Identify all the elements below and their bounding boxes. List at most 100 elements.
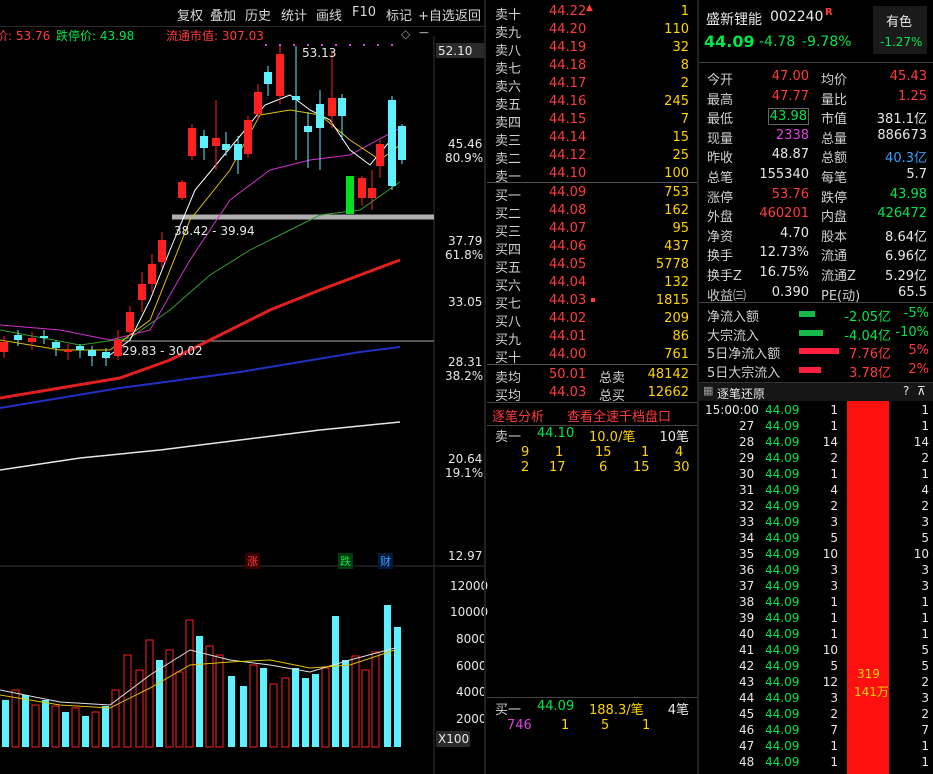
tick-price: 44.09	[765, 467, 800, 481]
orderbook-row[interactable]: 买十 44.00 761	[487, 346, 697, 366]
tick-price: 44.09	[765, 659, 800, 673]
tick-row: 15:00:00 44.09 1 1	[703, 403, 929, 419]
tick-cumulative: 3	[921, 515, 929, 529]
fuquan-button[interactable]: 复权	[177, 5, 203, 24]
quote-field-value: 43.98	[889, 186, 927, 202]
candle-body	[398, 126, 406, 160]
quote-field-label: 均价	[821, 73, 848, 88]
quote-field-value: 5.29亿	[885, 269, 927, 284]
tick-cumulative: 2	[921, 707, 929, 721]
orderbook-row[interactable]: 卖六 44.17 2	[487, 75, 697, 95]
orderbook-row[interactable]: 卖二 44.12 25	[487, 147, 697, 167]
mark-button[interactable]: 标记	[386, 5, 412, 24]
tick-volume: 14	[822, 435, 838, 449]
price-axis-label: 12.97	[448, 549, 483, 563]
orderbook-row[interactable]: 卖九 44.20 110	[487, 21, 697, 41]
orderbook-row[interactable]: 买九 44.01 86	[487, 328, 697, 348]
tick-price: 44.09	[765, 515, 800, 529]
candle-body	[304, 126, 312, 132]
candle-body	[158, 240, 166, 262]
level-price: 44.12	[549, 148, 587, 163]
overlay-button[interactable]: 叠加	[210, 5, 236, 24]
price-change-pct: -9.78%	[802, 34, 852, 50]
level-volume: 2	[680, 76, 689, 91]
quote-field-label: 净资	[707, 229, 734, 245]
add-watchlist-button[interactable]: +自选	[418, 5, 455, 24]
level-volume: 8	[680, 58, 689, 73]
orderbook-row[interactable]: 卖五 44.16 245	[487, 93, 697, 113]
tick-analysis-link[interactable]: 逐笔分析	[492, 406, 544, 425]
orderbook-row[interactable]: 买四 44.06 437	[487, 238, 697, 258]
order-marker-icon	[591, 298, 595, 302]
full-depth-link[interactable]: 查看全速千档盘口	[567, 406, 671, 425]
flow-value: -4.04亿	[844, 328, 891, 344]
orderbook-row[interactable]: 卖十 44.22 ▲ 1	[487, 3, 697, 23]
volume-axis-label: 8000	[456, 632, 487, 646]
volume-bars	[0, 605, 401, 748]
tick-price: 44.09	[765, 595, 800, 609]
stats-button[interactable]: 统计	[281, 5, 307, 24]
orderbook-row[interactable]: 买二 44.08 162	[487, 202, 697, 222]
quote-field-label: 跌停	[821, 190, 848, 206]
orderbook-row[interactable]: 买六 44.04 132	[487, 274, 697, 294]
quote-field-label: 外盘	[707, 210, 734, 226]
orderbook-row[interactable]: 卖一 44.10 100	[487, 165, 697, 185]
tick-volume: 1	[830, 467, 838, 481]
level-price: 44.19	[549, 40, 587, 55]
orderbook-row[interactable]: 卖三 44.14 15	[487, 129, 697, 149]
quote-field-label: 流通Z	[821, 269, 856, 284]
kline-chart-panel[interactable]: 复权 叠加 历史 统计 画线 F10 标记 +自选 返回 价: 53.76 跌停…	[0, 0, 488, 774]
flow-value: 7.76亿	[849, 347, 891, 362]
tick-price: 44.09	[765, 499, 800, 513]
volume-bar	[91, 711, 100, 748]
level-volume: 110	[664, 22, 689, 37]
orderbook-row[interactable]: 买八 44.02 209	[487, 310, 697, 330]
volume-bar	[82, 716, 89, 747]
tick-time: 48	[739, 755, 755, 769]
tick-time: 35	[739, 547, 755, 561]
candle-body	[28, 338, 36, 342]
tick-volume: 10	[822, 643, 838, 657]
flow-label: 大宗流入	[707, 328, 760, 344]
ask1-queue-header: 卖一 44.10 10.0/笔 10笔	[495, 426, 689, 445]
candle-body	[358, 178, 366, 198]
help-icon[interactable]: ?	[903, 384, 909, 398]
orderbook-row[interactable]: 卖七 44.18 8	[487, 57, 697, 77]
quote-field: 跌停 43.98	[821, 186, 927, 206]
tick-time: 39	[739, 611, 755, 625]
quote-field: PE(动) 65.5	[821, 284, 927, 304]
price-axis-pct: 19.1%	[445, 466, 484, 480]
price-axis-label: 52.10	[438, 44, 473, 58]
back-button[interactable]: 返回	[455, 5, 481, 24]
f10-button[interactable]: F10	[352, 5, 376, 20]
orderbook-row[interactable]: 卖八 44.19 32	[487, 39, 697, 59]
tick-volume: 1	[830, 755, 838, 769]
history-button[interactable]: 历史	[245, 5, 271, 24]
orderbook-row[interactable]: 买三 44.07 95	[487, 220, 697, 240]
tick-row: 34 44.09 5 5	[703, 531, 929, 547]
sector-button[interactable]: 有色 -1.27%	[873, 6, 927, 54]
orderbook-row[interactable]: 买五 44.05 5778	[487, 256, 697, 276]
ticks-header: ▦ 逐笔还原 ? ⊼	[699, 382, 933, 401]
tick-row: 29 44.09 2 2	[703, 451, 929, 467]
tick-row: 47 44.09 1 1	[703, 739, 929, 755]
orderbook-row[interactable]: 买一 44.09 753	[487, 184, 697, 204]
tick-cumulative: 1	[921, 403, 929, 417]
tick-cumulative: 2	[921, 675, 929, 689]
draw-line-button[interactable]: 画线	[316, 5, 342, 24]
tick-cumulative: 5	[921, 659, 929, 673]
quote-field: 量比 1.25	[821, 88, 927, 108]
quote-field: 涨停 53.76	[707, 186, 813, 206]
volume-bar	[22, 695, 29, 747]
level-volume: 437	[664, 239, 689, 254]
level-volume: 32	[672, 40, 689, 55]
marker-zhang[interactable]: 涨	[245, 553, 260, 569]
quote-field-label: 最高	[707, 92, 734, 108]
orderbook-row[interactable]: 卖四 44.15 7	[487, 111, 697, 131]
candle-body	[292, 96, 300, 100]
volume-axis-label: 12000	[450, 579, 489, 593]
marker-die[interactable]: 跌	[338, 553, 353, 569]
pin-icon[interactable]: ⊼	[917, 384, 926, 398]
tick-time: 42	[739, 659, 755, 673]
marker-cai[interactable]: 财	[378, 553, 393, 569]
